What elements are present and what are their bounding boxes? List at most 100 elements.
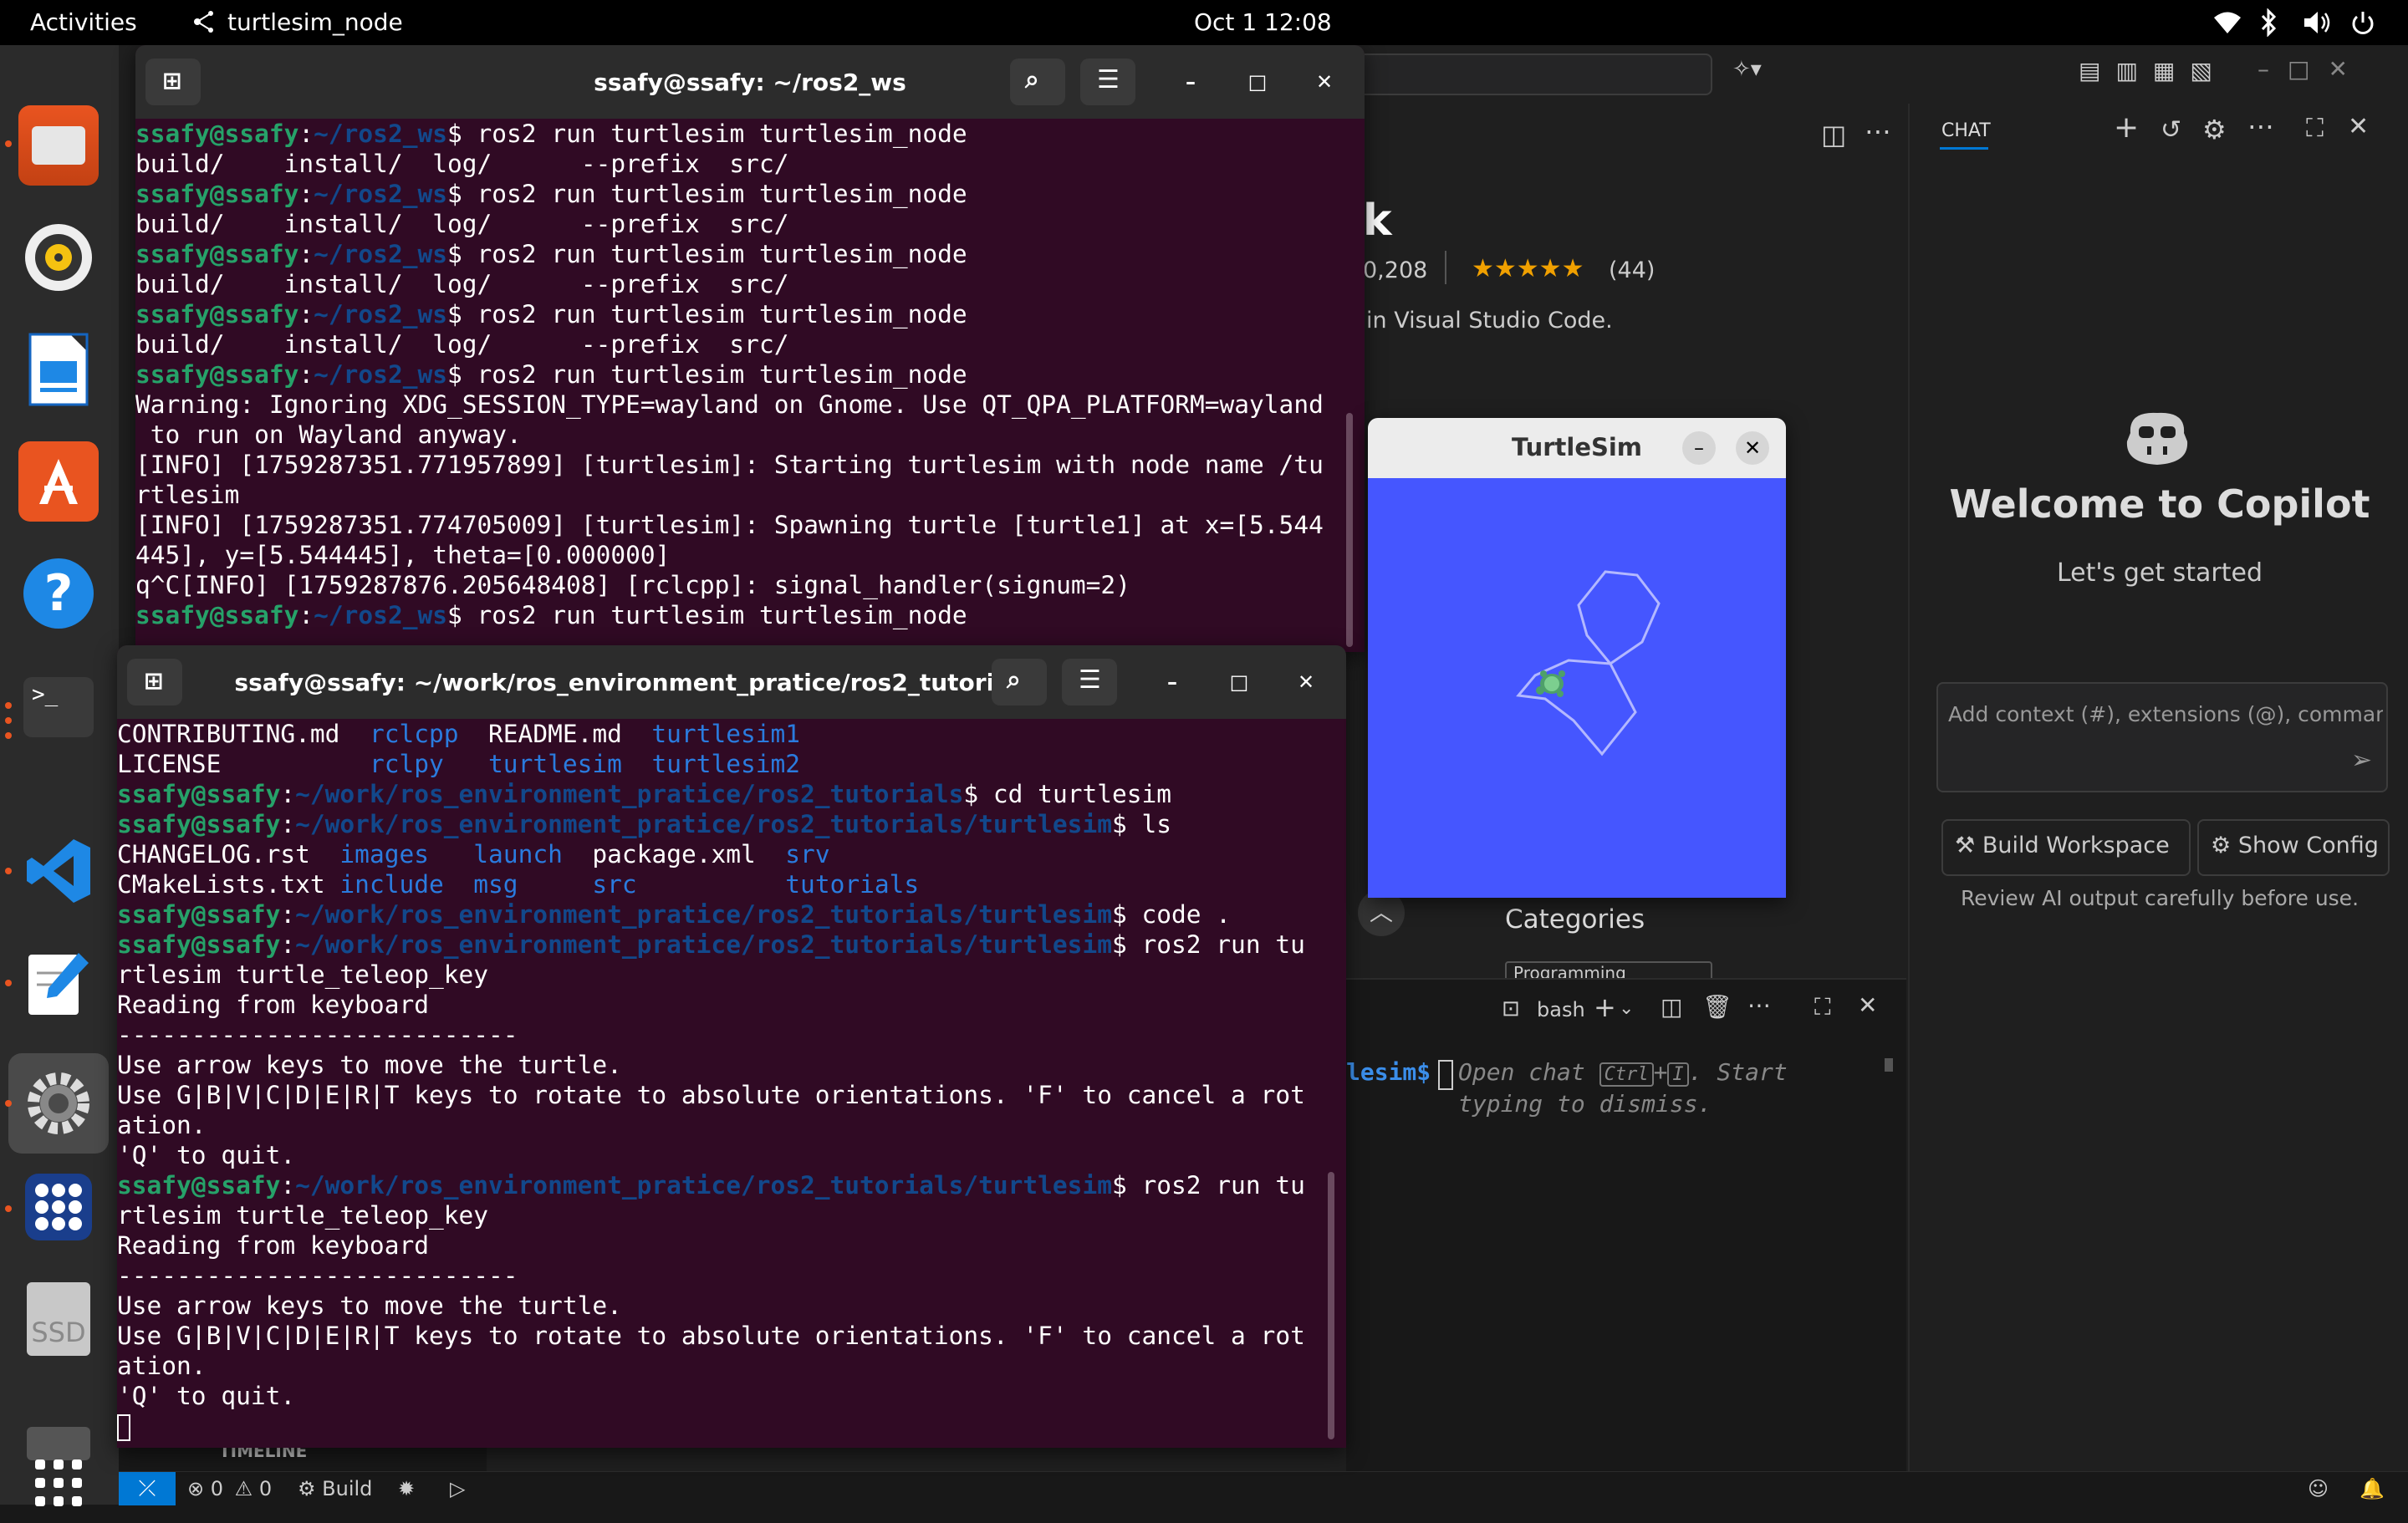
vscode-icon[interactable] <box>18 831 99 911</box>
copilot-status-icon[interactable]: ☺ <box>2308 1477 2329 1500</box>
split-editor-icon[interactable]: ◫ <box>1821 119 1846 150</box>
terminal-shell-icon[interactable]: ⊡ <box>1502 996 1520 1021</box>
text-editor-icon[interactable] <box>18 943 99 1023</box>
extension-manager-icon[interactable] <box>18 1167 99 1247</box>
new-chat-icon[interactable]: + <box>2114 110 2139 145</box>
prompt-path: ~/work/ros_environment_pratice/ros2_tuto… <box>295 1171 1112 1200</box>
terminal-hint-line2: typing to dismiss. <box>1458 1090 1712 1118</box>
prompt-path: ~/work/ros_environment_pratice/ros2_tuto… <box>295 780 964 808</box>
remote-icon[interactable]: ⤫ <box>119 1472 176 1505</box>
volume-icon[interactable] <box>2303 10 2333 41</box>
hamburger-menu-icon[interactable]: ☰ <box>1080 59 1135 105</box>
more-icon[interactable]: ⋯ <box>1747 991 1771 1019</box>
running-indicator <box>5 980 12 986</box>
show-config-button[interactable]: ⚙ Show Config <box>2197 819 2390 876</box>
rating-stars[interactable]: ★★★★★ <box>1472 254 1584 283</box>
trash-terminal-icon[interactable]: 🗑 <box>1702 993 1732 1021</box>
copilot-chat-panel: CHAT + ↺ ⚙ ⋯ ⛶ ✕ Welcome to Copilot Let'… <box>1908 104 2408 1471</box>
app-center-icon[interactable] <box>18 441 99 522</box>
terminal-line: ssafy@ssafy:~/work/ros_environment_prati… <box>117 780 1172 808</box>
rating-count[interactable]: (44) <box>1609 257 1655 283</box>
files-icon[interactable] <box>18 105 99 186</box>
terminal-window-ros2-ws[interactable]: ⊞ ssafy@ssafy: ~/ros2_ws ⌕ ☰ – □ ✕ ssafy… <box>135 45 1365 652</box>
turtlesim-window[interactable]: TurtleSim – ✕ <box>1368 418 1786 898</box>
prompt-user: ssafy@ssafy <box>117 780 281 808</box>
app-menu-icon[interactable] <box>189 8 219 41</box>
gear-icon[interactable]: ⚙ <box>2202 114 2227 145</box>
terminal-output[interactable]: ssafy@ssafy:~/ros2_ws$ ros2 run turtlesi… <box>135 119 1365 652</box>
prompt-path: ~/work/ros_environment_pratice/ros2_tuto… <box>295 900 1112 929</box>
scrollbar[interactable] <box>1346 413 1353 647</box>
maximize-icon[interactable]: □ <box>1242 67 1273 97</box>
terminal-line: [INFO] [1759287351.774705009] [turtlesim… <box>135 511 1324 539</box>
command-center[interactable] <box>1354 53 1712 95</box>
minimize-icon[interactable]: – <box>1682 431 1716 465</box>
maximize-icon[interactable]: □ <box>1224 667 1254 697</box>
terminal-line: rtlesim turtle_teleop_key <box>117 960 489 989</box>
maximize-panel-icon[interactable]: ⛶ <box>1814 993 1831 1021</box>
panel-scrollbar[interactable] <box>1885 1058 1893 1072</box>
terminal-line: 'Q' to quit. <box>117 1141 296 1169</box>
show-apps-icon[interactable] <box>18 1443 99 1523</box>
ssd-icon[interactable]: SSD <box>18 1279 99 1359</box>
new-terminal-icon[interactable]: + <box>1594 991 1616 1023</box>
new-tab-icon[interactable]: ⊞ <box>127 659 182 705</box>
divider <box>1445 251 1446 284</box>
history-icon[interactable]: ↺ <box>2161 115 2181 145</box>
wifi-icon[interactable] <box>2212 10 2242 41</box>
copilot-menu-icon[interactable]: ✧▾ <box>1732 57 1762 82</box>
problems-indicator[interactable]: ⊗ 0 ⚠ 0 <box>187 1477 272 1500</box>
close-panel-icon[interactable]: ✕ <box>1858 991 1877 1019</box>
help-icon[interactable]: ? <box>18 553 99 634</box>
app-menu-label[interactable]: turtlesim_node <box>227 8 403 36</box>
terminal-icon[interactable]: >_ <box>18 667 99 747</box>
send-icon[interactable]: ➢ <box>2351 746 2372 775</box>
hamburger-menu-icon[interactable]: ☰ <box>1062 659 1117 705</box>
terminal-header[interactable]: ⊞ ssafy@ssafy: ~/work/ros_environment_pr… <box>117 645 1346 719</box>
close-icon[interactable]: ✕ <box>1291 667 1321 697</box>
writer-icon[interactable] <box>18 329 99 410</box>
terminal-output[interactable]: CONTRIBUTING.md rclcpp README.md turtles… <box>117 719 1346 1448</box>
dock: ? >_ SSD <box>0 45 119 1506</box>
search-icon[interactable]: ⌕ <box>1010 59 1065 105</box>
bluetooth-icon[interactable] <box>2259 8 2279 43</box>
debug-icon[interactable]: ✹ <box>398 1477 415 1500</box>
running-indicator <box>5 1205 12 1212</box>
settings-icon[interactable] <box>8 1053 109 1154</box>
more-actions-icon[interactable]: ⋯ <box>1865 115 1891 147</box>
directory-name: rclcpp <box>369 720 459 748</box>
split-terminal-icon[interactable]: ◫ <box>1661 993 1682 1021</box>
search-icon[interactable]: ⌕ <box>992 659 1047 705</box>
close-icon[interactable]: ✕ <box>2348 112 2369 141</box>
file-name <box>518 870 593 899</box>
terminal-command: $ ros2 run tu <box>1111 930 1305 959</box>
window-controls[interactable]: –□✕ <box>2258 55 2366 83</box>
layout-toggles[interactable]: ▤▥▦▧ <box>2079 57 2227 84</box>
activities-button[interactable]: Activities <box>30 8 137 36</box>
chevron-down-icon[interactable]: ⌄ <box>1619 998 1634 1019</box>
run-icon[interactable]: ▷ <box>450 1477 465 1500</box>
terminal-window-turtlesim[interactable]: ⊞ ssafy@ssafy: ~/work/ros_environment_pr… <box>117 645 1346 1448</box>
close-icon[interactable]: ✕ <box>1309 67 1339 97</box>
notifications-icon[interactable]: 🔔 <box>2360 1477 2385 1500</box>
chat-tab[interactable]: CHAT <box>1941 120 1991 141</box>
maximize-icon[interactable]: ⛶ <box>2306 114 2324 143</box>
clock[interactable]: Oct 1 12:08 <box>1194 8 1332 36</box>
chat-input[interactable]: Add context (#), extensions (@), command… <box>1936 682 2388 792</box>
terminal-header[interactable]: ⊞ ssafy@ssafy: ~/ros2_ws ⌕ ☰ – □ ✕ <box>135 45 1365 119</box>
prompt-user: ssafy@ssafy <box>117 900 281 929</box>
prompt-user: ssafy@ssafy <box>117 930 281 959</box>
build-status[interactable]: ⚙ Build <box>298 1477 372 1500</box>
extension-title: k <box>1363 196 1392 246</box>
rhythmbox-icon[interactable] <box>18 217 99 298</box>
power-icon[interactable] <box>2349 10 2376 43</box>
terminal-command: $ ros2 run turtlesim turtlesim_node <box>447 120 967 148</box>
build-workspace-button[interactable]: ⚒ Build Workspace <box>1941 819 2191 876</box>
close-icon[interactable]: ✕ <box>1736 431 1769 465</box>
minimize-icon[interactable]: – <box>1176 67 1206 97</box>
scrollbar[interactable] <box>1328 1172 1334 1439</box>
minimize-icon[interactable]: – <box>1157 667 1187 697</box>
terminal-shell-label[interactable]: bash <box>1537 998 1585 1021</box>
more-icon[interactable]: ⋯ <box>2247 110 2274 142</box>
terminal-line: ssafy@ssafy:~/work/ros_environment_prati… <box>117 1171 1305 1200</box>
